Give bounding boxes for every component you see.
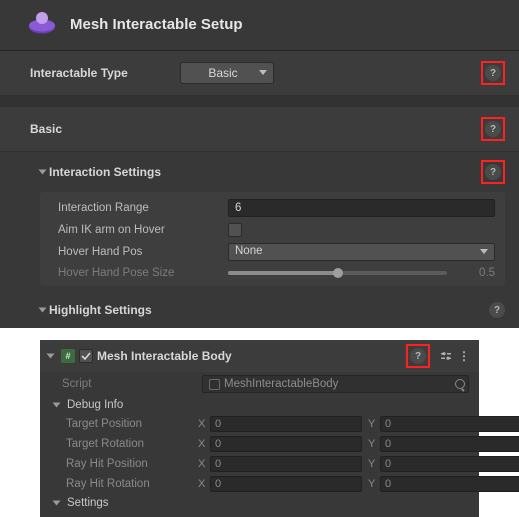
interactable-type-dropdown[interactable]: Basic <box>180 62 274 84</box>
help-button-type[interactable]: ? <box>485 65 501 81</box>
target-rotation-x[interactable] <box>210 436 362 452</box>
mesh-logo-icon <box>24 10 60 38</box>
ray-hit-position-y[interactable] <box>380 456 519 472</box>
foldout-arrow-icon <box>53 403 61 408</box>
ray-hit-rotation-y[interactable] <box>380 476 519 492</box>
foldout-arrow-icon <box>39 170 47 175</box>
axis-x-label: X <box>198 458 208 470</box>
help-highlight-type: ? <box>481 61 505 85</box>
interaction-range-input[interactable] <box>228 199 495 217</box>
help-highlight-interaction: ? <box>481 160 505 184</box>
csharp-asset-icon <box>209 379 220 390</box>
axis-x-label: X <box>198 478 208 490</box>
help-button-highlight[interactable]: ? <box>489 302 505 318</box>
help-button-basic[interactable]: ? <box>485 121 501 137</box>
component-enabled-checkbox[interactable] <box>79 349 93 363</box>
foldout-arrow-icon <box>47 354 55 359</box>
hover-hand-pose-size-value: 0.5 <box>455 267 495 279</box>
ray-hit-rotation-label: Ray Hit Rotation <box>66 478 198 490</box>
script-value: MeshInteractableBody <box>224 378 338 390</box>
settings-foldout[interactable]: Settings <box>40 494 479 517</box>
object-picker-icon[interactable] <box>455 379 465 389</box>
hover-hand-pos-row: Hover Hand Pos None <box>40 240 505 264</box>
hover-hand-pose-size-label: Hover Hand Pose Size <box>58 267 228 279</box>
ray-hit-position-row: Ray Hit Position X Y Z <box>40 454 479 474</box>
chevron-down-icon <box>259 70 267 76</box>
aim-ik-label: Aim IK arm on Hover <box>58 224 228 236</box>
foldout-arrow-icon <box>39 308 47 313</box>
interactable-type-value: Basic <box>208 66 237 80</box>
settings-title: Settings <box>67 497 109 509</box>
target-position-y[interactable] <box>380 416 519 432</box>
hover-hand-pos-dropdown[interactable]: None <box>228 243 495 261</box>
target-rotation-row: Target Rotation X Y Z <box>40 434 479 454</box>
interaction-range-row: Interaction Range <box>40 196 505 220</box>
highlight-settings-title: Highlight Settings <box>49 303 152 317</box>
help-button-component[interactable]: ? <box>410 348 426 364</box>
interactable-type-row: Interactable Type Basic ? <box>0 51 519 96</box>
kebab-menu-icon[interactable]: ⋮ <box>458 349 471 363</box>
component-tools: ⋮ <box>440 349 471 363</box>
debug-info-title: Debug Info <box>67 399 123 411</box>
ray-hit-position-x[interactable] <box>210 456 362 472</box>
component-header[interactable]: # Mesh Interactable Body ? ⋮ <box>40 340 479 372</box>
interaction-settings-foldout[interactable]: Interaction Settings ? <box>0 152 519 192</box>
target-rotation-label: Target Rotation <box>66 438 198 450</box>
help-button-interaction[interactable]: ? <box>485 164 501 180</box>
target-position-label: Target Position <box>66 418 198 430</box>
hover-hand-pose-size-row: Hover Hand Pose Size 0.5 <box>40 264 505 282</box>
help-highlight-component: ? <box>406 344 430 368</box>
hover-hand-pos-value: None <box>235 245 263 257</box>
script-type-icon: # <box>61 349 75 363</box>
axis-x-label: X <box>198 438 208 450</box>
ray-hit-rotation-row: Ray Hit Rotation X Y Z <box>40 474 479 494</box>
help-highlight-basic: ? <box>481 117 505 141</box>
axis-y-label: Y <box>368 478 378 490</box>
debug-info-foldout[interactable]: Debug Info <box>40 396 479 414</box>
target-position-row: Target Position X Y Z <box>40 414 479 434</box>
slider-thumb[interactable] <box>333 268 343 278</box>
script-row: Script MeshInteractableBody <box>40 372 479 396</box>
axis-y-label: Y <box>368 418 378 430</box>
highlight-settings-foldout[interactable]: Highlight Settings ? <box>0 296 519 328</box>
interaction-range-label: Interaction Range <box>58 202 228 214</box>
chevron-down-icon <box>480 249 488 255</box>
component-title: Mesh Interactable Body <box>97 349 232 363</box>
axis-x-label: X <box>198 418 208 430</box>
preset-icon[interactable] <box>440 350 452 362</box>
interaction-settings-body: Interaction Range Aim IK arm on Hover Ho… <box>40 192 505 286</box>
divider <box>0 96 519 106</box>
target-position-x[interactable] <box>210 416 362 432</box>
script-label: Script <box>62 378 202 390</box>
aim-ik-row: Aim IK arm on Hover <box>40 220 505 240</box>
basic-section-header: Basic ? <box>0 106 519 152</box>
interaction-settings-title: Interaction Settings <box>49 165 161 179</box>
target-rotation-y[interactable] <box>380 436 519 452</box>
ray-hit-rotation-x[interactable] <box>210 476 362 492</box>
page-title: Mesh Interactable Setup <box>70 16 243 33</box>
foldout-arrow-icon <box>53 501 61 506</box>
axis-y-label: Y <box>368 438 378 450</box>
inspector-header: Mesh Interactable Setup <box>0 0 519 51</box>
interactable-type-label: Interactable Type <box>30 66 180 80</box>
hover-hand-pose-size-slider[interactable] <box>228 271 447 275</box>
ray-hit-position-label: Ray Hit Position <box>66 458 198 470</box>
axis-y-label: Y <box>368 458 378 470</box>
aim-ik-checkbox[interactable] <box>228 223 242 237</box>
basic-title: Basic <box>30 122 180 136</box>
hover-hand-pos-label: Hover Hand Pos <box>58 246 228 258</box>
script-object-field[interactable]: MeshInteractableBody <box>202 375 469 393</box>
